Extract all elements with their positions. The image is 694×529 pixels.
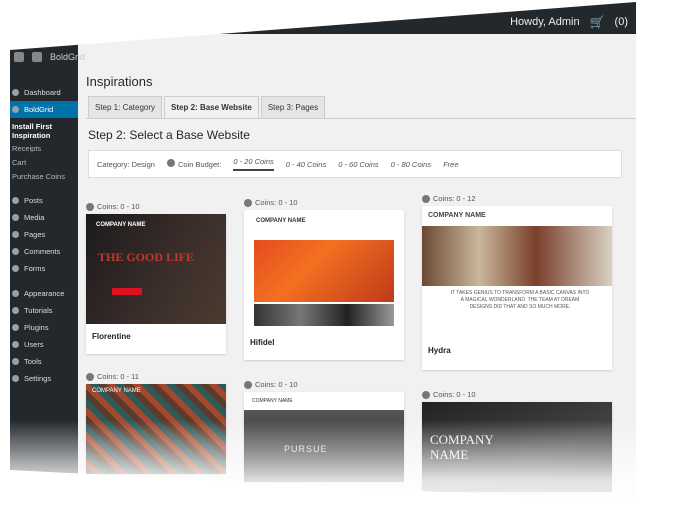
tools-icon	[12, 358, 19, 365]
home-icon[interactable]	[32, 52, 42, 62]
sidebar-item-plugins[interactable]: Plugins	[12, 319, 78, 336]
budget-option-60[interactable]: 0 - 60 Coins	[338, 160, 378, 169]
main-content: Inspirations Step 1: Category Step 2: Ba…	[78, 2, 636, 502]
sidebar-subitem-install[interactable]: Install First Inspiration	[12, 118, 78, 142]
theme-thumbnail: COMPANY NAME PURSUE	[244, 392, 404, 482]
filter-bar: Category: Design Coin Budget: 0 - 20 Coi…	[88, 150, 622, 178]
theme-name: Hifidel	[250, 338, 275, 347]
theme-card[interactable]: Coins: 0 - 10 COMPANY NAME	[422, 390, 612, 492]
coin-range: Coins: 0 - 10	[86, 202, 140, 211]
budget-option-free[interactable]: Free	[443, 160, 458, 169]
tutorials-icon	[12, 307, 19, 314]
coin-range: Coins: 0 - 10	[422, 390, 476, 399]
coin-icon	[422, 390, 430, 399]
sidebar-item-forms[interactable]: Forms	[12, 260, 78, 277]
dashboard-icon	[12, 89, 19, 96]
admin-menu: Dashboard BoldGrid Install First Inspira…	[10, 84, 78, 387]
theme-hero-image	[422, 226, 612, 286]
coin-icon	[86, 372, 94, 381]
coin-icon	[166, 159, 175, 167]
theme-tagline: IT TAKES GENIUS TO TRANSFORM A BASIC CAN…	[450, 290, 590, 310]
theme-hero-image	[254, 240, 394, 302]
sidebar-subitem-cart[interactable]: Cart	[12, 156, 78, 170]
theme-logo: COMPANY NAME	[256, 218, 306, 224]
coin-icon	[86, 202, 94, 211]
media-icon	[12, 214, 19, 221]
theme-gallery-strip	[254, 304, 394, 326]
forms-icon	[12, 265, 19, 272]
site-bar: BoldGrid	[14, 52, 85, 62]
sidebar-item-boldgrid[interactable]: BoldGrid	[10, 101, 78, 118]
theme-card[interactable]: Coins: 0 - 10 COMPANY NAME Hifidel	[244, 198, 404, 360]
theme-logo: COMPANY NAME	[430, 432, 494, 462]
theme-hero-text: THE GOOD LIFE	[98, 250, 195, 264]
theme-hero-text: PURSUE	[284, 444, 328, 454]
sidebar-item-comments[interactable]: Comments	[12, 243, 78, 260]
theme-card[interactable]: Coins: 0 - 11 COMPANY NAME	[86, 372, 226, 474]
coin-range: Coins: 0 - 11	[86, 372, 139, 381]
plugins-icon	[12, 324, 19, 331]
screen: Howdy, Admin 🛒 (0) BoldGrid Dashboard Bo…	[10, 2, 636, 502]
sidebar-item-dashboard[interactable]: Dashboard	[12, 84, 78, 101]
theme-thumbnail: COMPANY NAME	[422, 402, 612, 492]
theme-cta-button	[112, 288, 142, 295]
coin-range: Coins: 0 - 10	[244, 380, 298, 389]
theme-thumbnail: COMPANY NAME IT TAKES GENIUS TO TRANSFOR…	[422, 206, 612, 336]
theme-logo: COMPANY NAME	[96, 222, 146, 228]
sidebar-item-posts[interactable]: Posts	[12, 192, 78, 209]
coin-icon	[244, 380, 252, 389]
sidebar-item-pages[interactable]: Pages	[12, 226, 78, 243]
sidebar-item-users[interactable]: Users	[12, 336, 78, 353]
tab-pages[interactable]: Step 3: Pages	[260, 96, 326, 119]
section-heading: Step 2: Select a Base Website	[88, 128, 250, 142]
theme-thumbnail: COMPANY NAME	[244, 210, 404, 330]
theme-logo: COMPANY NAME	[92, 388, 141, 394]
posts-icon	[12, 197, 19, 204]
theme-name: Hydra	[428, 346, 451, 355]
users-icon	[12, 341, 19, 348]
tab-category[interactable]: Step 1: Category	[88, 96, 163, 119]
theme-card[interactable]: Coins: 0 - 12 COMPANY NAME IT TAKES GENI…	[422, 194, 612, 370]
tab-base-website[interactable]: Step 2: Base Website	[164, 96, 259, 119]
coin-range: Coins: 0 - 10	[244, 198, 298, 207]
theme-card[interactable]: Coins: 0 - 10 COMPANY NAME PURSUE	[244, 380, 404, 482]
admin-sidebar: BoldGrid Dashboard BoldGrid Install Firs…	[10, 2, 85, 502]
sidebar-subitem-receipts[interactable]: Receipts	[12, 142, 78, 156]
coin-icon	[422, 194, 430, 203]
wordpress-icon[interactable]	[14, 52, 24, 62]
sidebar-subitem-purchase-coins[interactable]: Purchase Coins	[12, 170, 78, 184]
theme-name: Florentine	[92, 332, 131, 341]
theme-logo: COMPANY NAME	[428, 212, 486, 219]
settings-icon	[12, 375, 19, 382]
theme-thumbnail: COMPANY NAME THE GOOD LIFE	[86, 214, 226, 324]
coin-budget-label: Coin Budget:	[166, 159, 221, 169]
boldgrid-icon	[12, 106, 19, 113]
theme-logo: COMPANY NAME	[252, 398, 293, 404]
coin-icon	[244, 198, 252, 207]
sidebar-item-tools[interactable]: Tools	[12, 353, 78, 370]
page-title: Inspirations	[86, 74, 153, 89]
sidebar-item-settings[interactable]: Settings	[12, 370, 78, 387]
comments-icon	[12, 248, 19, 255]
sidebar-item-tutorials[interactable]: Tutorials	[12, 302, 78, 319]
appearance-icon	[12, 290, 19, 297]
theme-thumbnail: COMPANY NAME	[86, 384, 226, 474]
coin-range: Coins: 0 - 12	[422, 194, 476, 203]
sidebar-item-media[interactable]: Media	[12, 209, 78, 226]
budget-option-80[interactable]: 0 - 80 Coins	[391, 160, 431, 169]
budget-option-20[interactable]: 0 - 20 Coins	[233, 157, 274, 171]
sidebar-item-appearance[interactable]: Appearance	[12, 285, 78, 302]
step-tabs: Step 1: Category Step 2: Base Website St…	[88, 96, 326, 119]
theme-card[interactable]: Coins: 0 - 10 COMPANY NAME THE GOOD LIFE…	[86, 202, 226, 354]
tab-divider	[86, 118, 636, 119]
pages-icon	[12, 231, 19, 238]
category-filter[interactable]: Category: Design	[97, 160, 155, 169]
budget-option-40[interactable]: 0 - 40 Coins	[286, 160, 326, 169]
